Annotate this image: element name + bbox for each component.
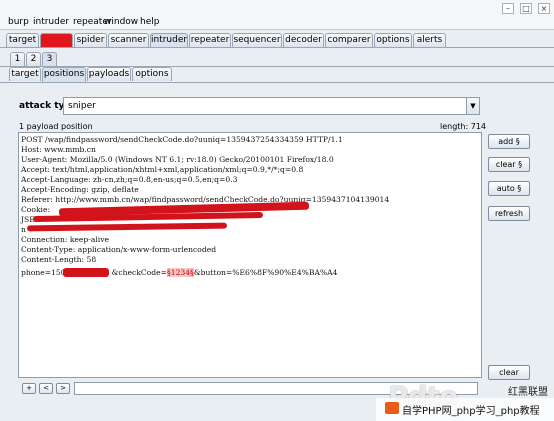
tab-decoder[interactable]: decoder — [283, 33, 324, 47]
subtab-payloads[interactable]: payloads — [87, 67, 131, 81]
menu-burp[interactable]: burp — [8, 17, 29, 27]
divider — [0, 47, 554, 48]
chevron-down-icon[interactable]: ▼ — [466, 98, 479, 114]
body-suffix: &button=%E6%8F%90%E4%BA%A4 — [193, 268, 338, 277]
menu-window[interactable]: window — [104, 17, 138, 27]
request-line: User-Agent: Mozilla/5.0 (Windows NT 6.1;… — [21, 155, 334, 164]
watermark-brand: 红黑联盟 — [508, 387, 548, 398]
body-prefix: phone=150 — [21, 268, 66, 277]
close-icon[interactable]: × — [538, 3, 550, 14]
attack-tab-bar: 1 2 3 — [0, 52, 200, 67]
body-middle: &checkCode= — [111, 268, 167, 277]
search-prev-button[interactable]: < — [39, 383, 53, 394]
request-line: n — [21, 225, 26, 234]
request-line: POST /wap/findpassword/sendCheckCode.do?… — [21, 135, 343, 144]
menu-bar: burp intruder repeater window help – □ × — [0, 0, 554, 30]
request-line: Content-Type: application/x-www-form-url… — [21, 245, 217, 254]
redaction-mark — [63, 268, 109, 277]
attack-tab-3[interactable]: 3 — [42, 52, 57, 67]
tab-alerts[interactable]: alerts — [413, 33, 446, 47]
tab-intruder[interactable]: intruder — [150, 33, 188, 48]
request-line: Referer: http://www.mmb.cn/wap/findpassw… — [21, 195, 390, 204]
divider — [0, 82, 554, 83]
search-next-button[interactable]: > — [56, 383, 70, 394]
search-add-button[interactable]: + — [22, 383, 36, 394]
request-line: Connection: keep-alive — [21, 235, 110, 244]
tab-repeater[interactable]: repeater — [189, 33, 231, 47]
tab-options[interactable]: options — [374, 33, 412, 47]
subtab-positions[interactable]: positions — [42, 67, 86, 82]
tab-scanner[interactable]: scanner — [108, 33, 149, 47]
redaction-mark — [26, 222, 228, 232]
payload-position-count: 1 payload position — [19, 122, 93, 131]
watermark-icon — [385, 402, 399, 414]
request-line: Accept-Encoding: gzip, deflate — [21, 185, 139, 194]
request-editor[interactable]: POST /wap/findpassword/sendCheckCode.do?… — [18, 132, 482, 378]
subtab-target[interactable]: target — [9, 67, 41, 81]
auto-marker-button[interactable]: auto § — [488, 181, 530, 196]
tab-spider[interactable]: spider — [74, 33, 107, 47]
tab-comparer[interactable]: comparer — [325, 33, 373, 47]
menu-help[interactable]: help — [140, 17, 159, 27]
attack-type-select[interactable]: sniper ▼ — [63, 97, 480, 115]
request-line: Host: www.mmb.cn — [21, 145, 96, 154]
attack-tab-1[interactable]: 1 — [10, 52, 25, 66]
clear-markers-button[interactable]: clear § — [488, 157, 530, 172]
payload-marker[interactable]: §1234§ — [166, 268, 194, 277]
request-line: Accept: text/html,application/xhtml+xml,… — [21, 165, 304, 174]
tab-sequencer[interactable]: sequencer — [232, 33, 282, 47]
attack-type-value: sniper — [68, 101, 96, 111]
subtab-options[interactable]: options — [132, 67, 172, 81]
clear-button[interactable]: clear — [488, 365, 530, 380]
minimize-icon[interactable]: – — [502, 3, 514, 14]
tab-proxy[interactable]: proxy — [40, 33, 73, 47]
add-marker-button[interactable]: add § — [488, 134, 530, 149]
refresh-button[interactable]: refresh — [488, 206, 530, 221]
watermark-text: 自学PHP网_php学习_php教程 — [402, 406, 540, 417]
menu-intruder[interactable]: intruder — [33, 17, 69, 27]
sub-tab-bar: target positions payloads options — [0, 67, 200, 82]
request-line: Accept-Language: zh-cn,zh;q=0.8,en-us;q=… — [21, 175, 238, 184]
tab-target[interactable]: target — [6, 33, 39, 47]
attack-tab-2[interactable]: 2 — [26, 52, 41, 66]
request-length: length: 714 — [440, 122, 487, 131]
maximize-icon[interactable]: □ — [520, 3, 532, 14]
request-line: Content-Length: 58 — [21, 255, 97, 264]
main-tab-bar: target proxy spider scanner intruder rep… — [0, 33, 554, 48]
request-line: Cookie: — [21, 205, 51, 214]
